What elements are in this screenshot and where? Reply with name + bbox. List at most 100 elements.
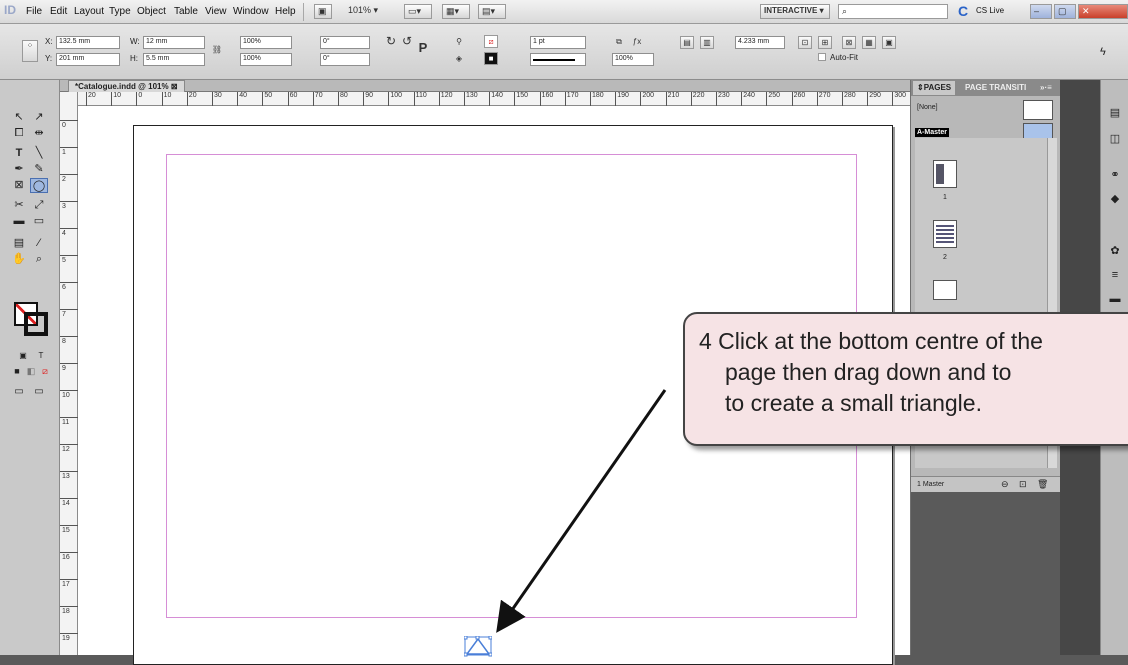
tab-page-transitions[interactable]: PAGE TRANSITI — [961, 81, 1030, 95]
opacity-field[interactable]: 100% — [612, 53, 654, 66]
preview-mode-icon[interactable]: ▭ — [30, 384, 48, 399]
swatches-panel-icon[interactable]: ✿ — [1106, 244, 1124, 259]
reference-point-icon[interactable]: ⁘ — [22, 40, 38, 62]
panel-menu-icon[interactable]: »·≡ — [1036, 81, 1056, 95]
document-tab[interactable]: *Catalogue.indd @ 101% ⊠ — [68, 80, 185, 92]
screen-mode-button[interactable]: ▦▾ — [442, 4, 470, 19]
layers-panel-icon[interactable]: ◫ — [1106, 132, 1124, 147]
direct-selection-tool-icon[interactable]: ↗ — [30, 110, 48, 125]
menu-table[interactable]: Table — [174, 6, 198, 17]
normal-view-icon[interactable]: ▭ — [10, 384, 28, 399]
gutter-field[interactable]: 4.233 mm — [735, 36, 785, 49]
horizontal-ruler[interactable]: 20 10 0 10 20 30 40 50 60 70 80 90 100 110 120 130 140 15… — [78, 92, 910, 106]
y-field[interactable]: 201 mm — [56, 53, 120, 66]
menu-layout[interactable]: Layout — [74, 6, 104, 17]
new-page-icon[interactable]: ⊡ — [1019, 479, 1027, 490]
scissors-tool-icon[interactable]: ✂ — [10, 198, 28, 213]
effects-icon[interactable]: ƒx — [630, 36, 644, 49]
vertical-ruler[interactable]: 0 1 2 3 4 5 6 7 8 9 10 11 12 13 14 15 16 17 18 19 — [60, 92, 78, 655]
x-field[interactable]: 132.5 mm — [56, 36, 120, 49]
free-transform-tool-icon[interactable]: ⤢ — [30, 198, 48, 213]
page-tool-icon[interactable]: ⧠ — [10, 126, 28, 141]
apply-none-icon[interactable]: ⧄ — [36, 364, 54, 379]
close-button[interactable]: ✕ — [1078, 4, 1128, 19]
selection-tool-icon[interactable]: ↖ — [10, 110, 28, 125]
stroke-type-dropdown[interactable] — [530, 53, 586, 66]
delete-page-icon[interactable]: 🗑 — [1037, 479, 1048, 490]
stroke-panel-icon[interactable]: ◆ — [1106, 192, 1124, 207]
pen-tool-icon[interactable]: ✒ — [10, 162, 28, 177]
lightning-icon[interactable]: ϟ — [1100, 46, 1106, 58]
gradient-feather-tool-icon[interactable]: ▭ — [30, 214, 48, 229]
menu-window[interactable]: Window — [233, 6, 269, 17]
close-tab-icon[interactable]: ⊠ — [171, 82, 178, 91]
align-icon[interactable]: ▥ — [700, 36, 714, 49]
minimize-button[interactable]: – — [1030, 4, 1052, 19]
autofit-checkbox[interactable] — [818, 53, 826, 61]
rectangle-frame-tool-icon[interactable]: ⊠ — [10, 178, 28, 193]
menu-object[interactable]: Object — [137, 6, 166, 17]
scale-x-field[interactable]: 100% — [240, 36, 292, 49]
rotate-icon[interactable]: ↻ — [384, 35, 398, 49]
stroke-color-icon[interactable] — [24, 312, 48, 336]
constrain-proportions-icon[interactable]: ⛓ — [210, 44, 224, 57]
fit-content-icon[interactable]: ⊡ — [798, 36, 812, 49]
menu-view[interactable]: View — [205, 6, 227, 17]
gradient-panel-icon[interactable]: ▬ — [1106, 292, 1124, 307]
page-2-thumb[interactable] — [933, 220, 957, 248]
fill-swatch-icon[interactable]: ⧄ — [484, 35, 498, 48]
arrange-documents-button[interactable]: ▤▾ — [478, 4, 506, 19]
type-tool-icon[interactable]: T — [10, 146, 28, 161]
select-content-icon[interactable]: ◈ — [452, 53, 466, 66]
links-panel-icon[interactable]: ⚭ — [1106, 168, 1124, 183]
search-field[interactable]: ⌕ — [838, 4, 948, 19]
text-wrap-icon[interactable]: ▤ — [680, 36, 694, 49]
width-field[interactable]: 12 mm — [143, 36, 205, 49]
maximize-button[interactable]: ▢ — [1054, 4, 1076, 19]
note-tool-icon[interactable]: ▤ — [10, 236, 28, 251]
tab-pages[interactable]: ⇕PAGES — [913, 81, 956, 95]
edit-page-size-icon[interactable]: ⊖ — [1001, 479, 1009, 490]
text-wrap-panel-icon[interactable]: ≡ — [1106, 268, 1124, 283]
none-master-thumb[interactable] — [1023, 100, 1053, 120]
selection-handle[interactable] — [488, 636, 492, 640]
none-master-label[interactable]: [None] — [917, 104, 938, 111]
line-tool-icon[interactable]: ╲ — [30, 146, 48, 161]
center-content-icon[interactable]: ⊠ — [842, 36, 856, 49]
zoom-tool-icon[interactable]: ⌕ — [30, 252, 48, 267]
drop-shadow-icon[interactable]: ⧉ — [612, 36, 626, 49]
rotation-angle-field[interactable]: 0° — [320, 36, 370, 49]
page-1-thumb[interactable] — [933, 160, 957, 188]
gap-tool-icon[interactable]: ⇹ — [30, 126, 48, 141]
cslive-label[interactable]: CS Live — [976, 6, 1004, 15]
page-3-thumb[interactable] — [933, 280, 957, 300]
formatting-text-icon[interactable]: T — [32, 348, 50, 363]
pages-panel-icon[interactable]: ▤ — [1106, 106, 1124, 121]
cslive-icon[interactable]: C — [958, 3, 968, 19]
hand-tool-icon[interactable]: ✋ — [10, 252, 28, 267]
path-type-icon[interactable]: P — [416, 41, 430, 55]
stroke-swatch-icon[interactable]: ■ — [484, 52, 498, 65]
zoom-level[interactable]: 101% ▾ — [345, 4, 393, 19]
menu-help[interactable]: Help — [275, 6, 296, 17]
gradient-swatch-tool-icon[interactable]: ▬ — [10, 214, 28, 229]
eyedropper-tool-icon[interactable]: ⁄ — [30, 236, 48, 251]
selection-handle[interactable] — [475, 636, 480, 640]
scale-y-field[interactable]: 100% — [240, 53, 292, 66]
fit-proportional-icon[interactable]: ▣ — [882, 36, 896, 49]
select-container-icon[interactable]: ⚲ — [452, 36, 466, 49]
fill-frame-icon[interactable]: ▦ — [862, 36, 876, 49]
formatting-container-icon[interactable]: ▣ — [14, 348, 32, 363]
fit-frame-icon[interactable]: ⊞ — [818, 36, 832, 49]
stroke-weight-field[interactable]: 1 pt — [530, 36, 586, 49]
menu-type[interactable]: Type — [109, 6, 131, 17]
ellipse-tool-icon[interactable]: ◯ — [30, 178, 48, 193]
menu-edit[interactable]: Edit — [50, 6, 67, 17]
a-master-label[interactable]: A-Master — [915, 128, 949, 137]
height-field[interactable]: 5.5 mm — [143, 53, 205, 66]
rotate-ccw-icon[interactable]: ↺ — [400, 35, 414, 49]
shear-angle-field[interactable]: 0° — [320, 53, 370, 66]
view-options-button[interactable]: ▭▾ — [404, 4, 432, 19]
menu-file[interactable]: File — [26, 6, 42, 17]
bridge-icon[interactable]: ▣ — [314, 4, 332, 19]
